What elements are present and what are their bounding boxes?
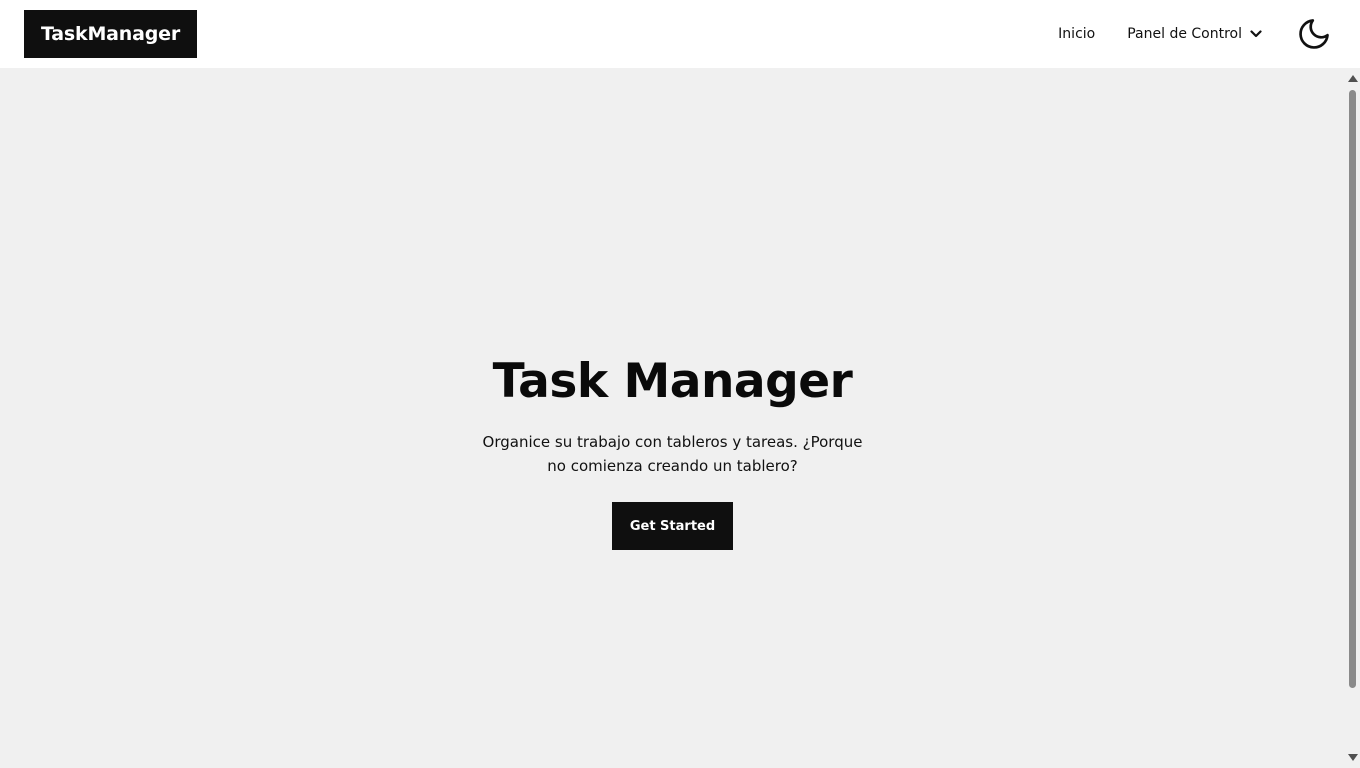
moon-icon: [1299, 19, 1329, 49]
brand-label: TaskManager: [41, 23, 181, 45]
brand-logo-button[interactable]: TaskManager: [24, 10, 198, 58]
dashboard-dropdown-label: Panel de Control: [1127, 26, 1242, 42]
nav-menu: Inicio Panel de Control: [1058, 0, 1332, 68]
chevron-down-icon: [1250, 30, 1262, 38]
main-content: Task Manager Organice su trabajo con tab…: [0, 68, 1345, 768]
scrollbar-thumb[interactable]: [1349, 90, 1356, 688]
page-scrollbar[interactable]: [1345, 68, 1360, 768]
theme-toggle-button[interactable]: [1296, 16, 1332, 52]
nav-link-inicio[interactable]: Inicio: [1058, 26, 1095, 42]
hero-subtitle: Organice su trabajo con tableros y tarea…: [482, 433, 863, 475]
top-navbar: TaskManager Inicio Panel de Control: [0, 0, 1360, 68]
hero-title: Task Manager: [492, 354, 853, 409]
get-started-button[interactable]: Get Started: [611, 502, 734, 550]
dashboard-dropdown[interactable]: Panel de Control: [1127, 26, 1262, 42]
scroll-up-arrow-icon[interactable]: [1348, 75, 1358, 82]
hero-section: Task Manager Organice su trabajo con tab…: [0, 354, 1345, 550]
scroll-down-arrow-icon[interactable]: [1348, 754, 1358, 761]
